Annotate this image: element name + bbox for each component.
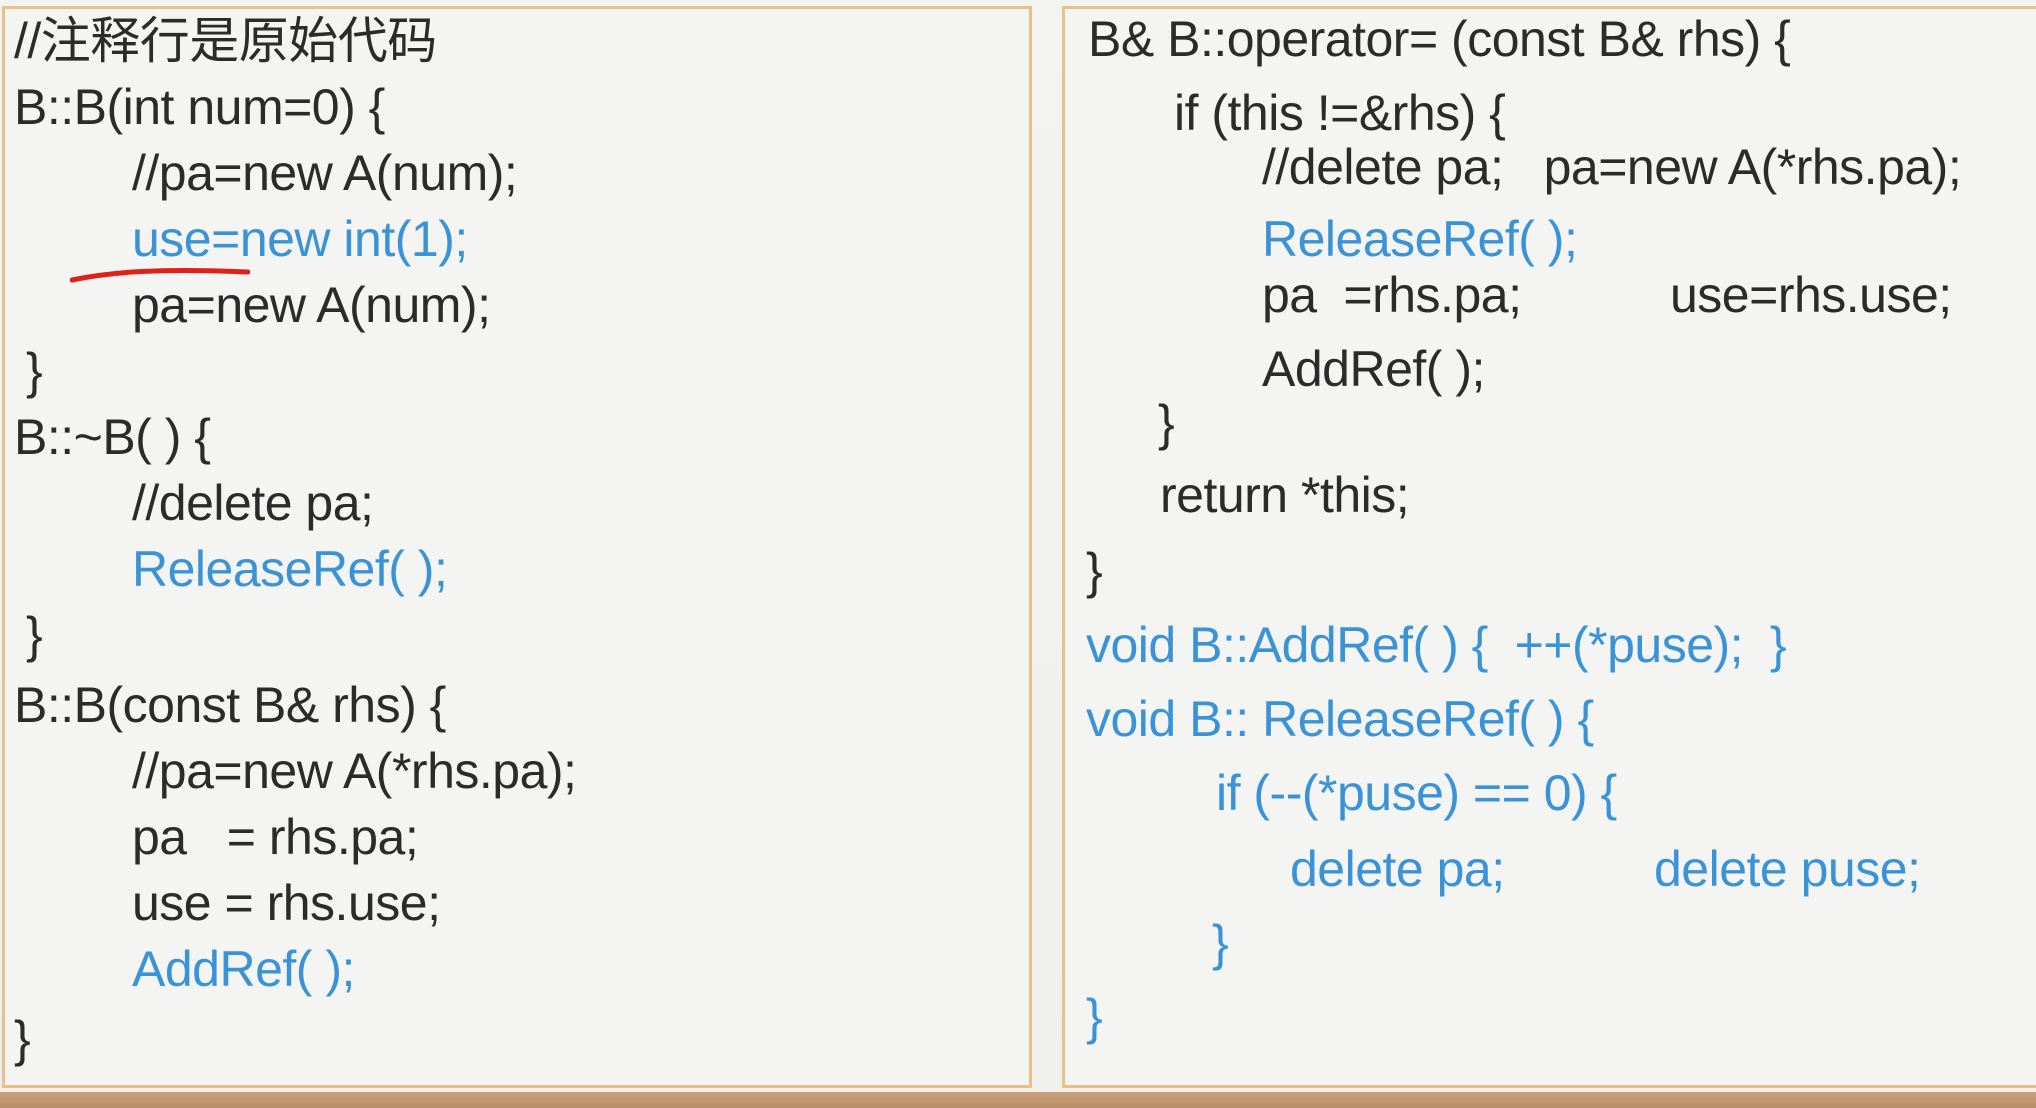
- code-line-close-brace: }: [14, 1011, 31, 1067]
- code-line-original-delete: //delete pa;: [132, 475, 374, 531]
- code-line-use-assign: use = rhs.use;: [132, 875, 441, 931]
- code-line-use-new-int: use=new int(1);: [132, 211, 468, 267]
- code-line-original-pa-new: //pa=new A(num);: [132, 145, 518, 201]
- code-line-pa-new: pa=new A(num);: [132, 277, 491, 333]
- code-line-close-brace: }: [1086, 543, 1103, 599]
- code-line-delete-pa: delete pa;: [1290, 841, 1505, 897]
- red-underline-annotation: [70, 267, 250, 283]
- code-line-close-brace: }: [1158, 395, 1175, 451]
- code-line-add-ref-call: AddRef( );: [132, 941, 355, 997]
- bottom-edge-bar: [0, 1092, 2036, 1108]
- code-line-add-ref-call: AddRef( );: [1262, 341, 1485, 397]
- code-line-operator-signature: B& B::operator= (const B& rhs) {: [1088, 11, 1791, 67]
- code-line-add-ref-definition: void B::AddRef( ) { ++(*puse); }: [1086, 617, 1787, 673]
- code-line-original-delete-new: //delete pa; pa=new A(*rhs.pa);: [1262, 139, 1962, 195]
- code-line-use-assign: use=rhs.use;: [1670, 267, 1952, 323]
- code-line-close-brace: }: [26, 343, 43, 399]
- code-line-copy-constructor-signature: B::B(const B& rhs) {: [14, 677, 446, 733]
- slide: //注释行是原始代码 B::B(int num=0) { //pa=new A(…: [0, 0, 2036, 1108]
- code-line-constructor-signature: B::B(int num=0) {: [14, 79, 385, 135]
- code-line-destructor-signature: B::~B( ) {: [14, 409, 211, 465]
- code-line-close-brace: }: [26, 607, 43, 663]
- code-line-release-ref-call: ReleaseRef( );: [132, 541, 448, 597]
- code-line-release-ref-call: ReleaseRef( );: [1262, 211, 1578, 267]
- code-line-if-self-check: if (this !=&rhs) {: [1174, 85, 1506, 141]
- code-line-pa-assign: pa =rhs.pa;: [1262, 267, 1522, 323]
- code-line-close-brace: }: [1212, 915, 1229, 971]
- code-line-if-refcount-zero: if (--(*puse) == 0) {: [1216, 765, 1617, 821]
- code-line-delete-puse: delete puse;: [1654, 841, 1921, 897]
- code-line-close-brace: }: [1086, 989, 1103, 1045]
- code-line-original-copy-pa: //pa=new A(*rhs.pa);: [132, 743, 577, 799]
- code-line-pa-assign: pa = rhs.pa;: [132, 809, 419, 865]
- code-line-return-this: return *this;: [1160, 467, 1410, 523]
- code-line-comment-header: //注释行是原始代码: [14, 13, 437, 69]
- code-line-release-ref-definition: void B:: ReleaseRef( ) {: [1086, 691, 1594, 747]
